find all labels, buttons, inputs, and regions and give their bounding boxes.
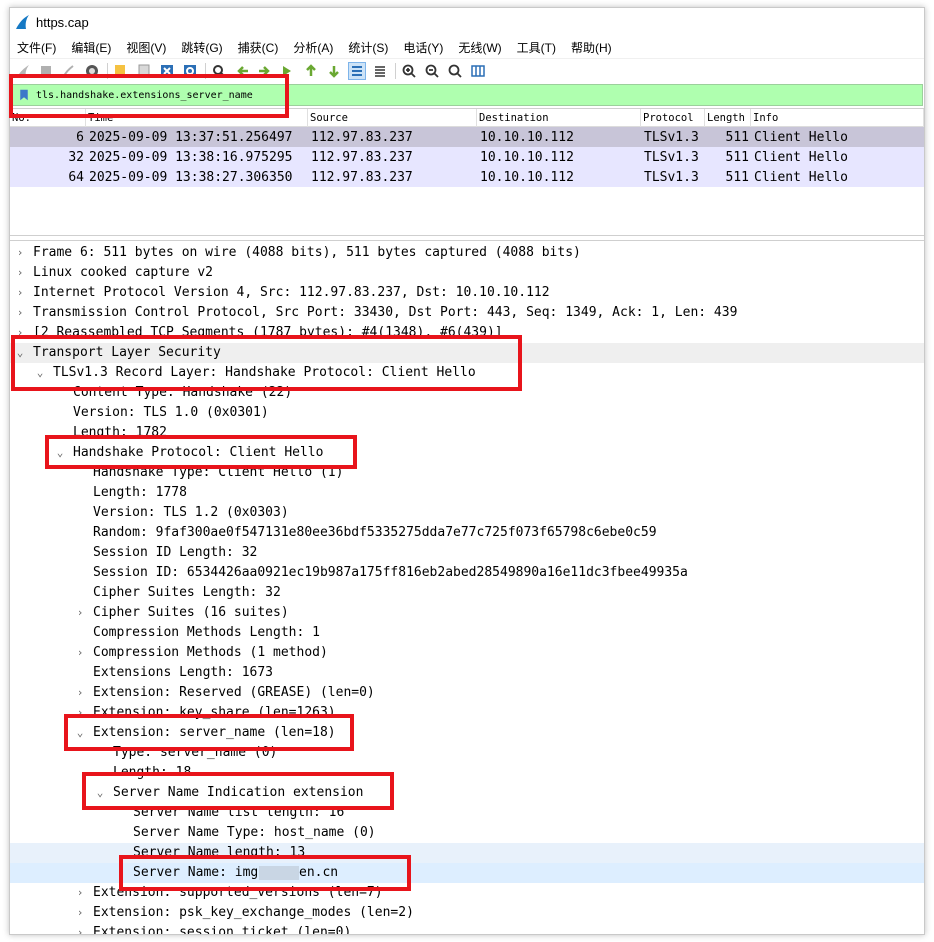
annotation-box-filter — [9, 74, 289, 118]
wireshark-fin-icon — [16, 15, 29, 29]
title-bar: https.cap — [10, 8, 924, 36]
menu-go[interactable]: 跳转(G) — [180, 37, 223, 58]
menu-analyze[interactable]: 分析(A) — [292, 37, 334, 58]
packet-protocol: TLSv1.3 — [644, 169, 699, 185]
tree-item-extensions-length[interactable]: Extensions Length: 1673 — [10, 663, 924, 683]
tree-item-cipher-suites[interactable]: › Cipher Suites (16 suites) — [10, 603, 924, 623]
tree-item-frame[interactable]: › Frame 6: 511 bytes on wire (4088 bits),… — [10, 243, 924, 263]
tree-item-handshake-length[interactable]: Length: 1778 — [10, 483, 924, 503]
tree-item-ext-psk-modes[interactable]: › Extension: psk_key_exchange_modes (len=… — [10, 903, 924, 923]
packet-source: 112.97.83.237 — [311, 129, 413, 145]
tree-item-session-id[interactable]: Session ID: 6534426aa0921ec19b987a175ff8… — [10, 563, 924, 583]
tree-item-handshake-version[interactable]: Version: TLS 1.2 (0x0303) — [10, 503, 924, 523]
packet-length: 511 — [725, 169, 749, 185]
packet-time: 2025-09-09 13:38:27.306350 — [89, 169, 293, 185]
tree-item-compression-length[interactable]: Compression Methods Length: 1 — [10, 623, 924, 643]
column-protocol[interactable]: Protocol — [641, 108, 705, 127]
menu-capture[interactable]: 捕获(C) — [237, 37, 280, 58]
menu-statistics[interactable]: 统计(S) — [347, 37, 389, 58]
column-info[interactable]: Info — [751, 108, 924, 127]
annotation-box-server-name-ext — [64, 714, 354, 751]
packet-time: 2025-09-09 13:37:51.256497 — [89, 129, 293, 145]
packet-info: Client Hello — [754, 129, 848, 145]
expand-chevron-right-icon[interactable]: › — [14, 263, 26, 283]
autoscroll-icon[interactable] — [348, 61, 366, 80]
menu-edit[interactable]: 编辑(E) — [70, 37, 112, 58]
packet-destination: 10.10.10.112 — [480, 149, 574, 165]
menu-bar: 文件(F) 编辑(E) 视图(V) 跳转(G) 捕获(C) 分析(A) 统计(S… — [10, 36, 924, 58]
tree-item-session-id-length[interactable]: Session ID Length: 32 — [10, 543, 924, 563]
packet-info: Client Hello — [754, 149, 848, 165]
annotation-box-server-name — [119, 855, 411, 891]
expand-chevron-right-icon[interactable]: › — [74, 603, 86, 623]
annotation-box-sni — [82, 772, 394, 810]
packet-destination: 10.10.10.112 — [480, 169, 574, 185]
annotation-box-tls — [11, 335, 522, 391]
expand-chevron-right-icon[interactable]: › — [14, 303, 26, 323]
menu-telephony[interactable]: 电话(Y) — [402, 37, 444, 58]
tree-item-ipv4[interactable]: › Internet Protocol Version 4, Src: 112.9… — [10, 283, 924, 303]
window-title: https.cap — [36, 14, 89, 30]
packet-row[interactable]: 64 2025-09-09 13:38:27.306350 112.97.83.… — [10, 167, 924, 187]
packet-no: 64 — [68, 169, 84, 185]
colorize-icon[interactable] — [371, 62, 389, 80]
annotation-box-handshake — [45, 435, 357, 469]
expand-chevron-right-icon[interactable]: › — [74, 923, 86, 934]
packet-no: 6 — [76, 129, 84, 145]
packet-time: 2025-09-09 13:38:16.975295 — [89, 149, 293, 165]
menu-help[interactable]: 帮助(H) — [570, 37, 613, 58]
column-length[interactable]: Length — [705, 108, 751, 127]
packet-row[interactable]: 6 2025-09-09 13:37:51.256497 112.97.83.2… — [10, 127, 924, 147]
packet-protocol: TLSv1.3 — [644, 149, 699, 165]
expand-chevron-right-icon[interactable]: › — [14, 243, 26, 263]
tree-item-cipher-suites-length[interactable]: Cipher Suites Length: 32 — [10, 583, 924, 603]
expand-chevron-right-icon[interactable]: › — [74, 903, 86, 923]
resize-columns-icon[interactable] — [469, 62, 487, 80]
expand-chevron-right-icon[interactable]: › — [14, 283, 26, 303]
last-packet-icon[interactable] — [325, 62, 343, 80]
tree-item-ext-session-ticket[interactable]: › Extension: session_ticket (len=0) — [10, 923, 924, 934]
tree-item-ext-grease[interactable]: › Extension: Reserved (GREASE) (len=0) — [10, 683, 924, 703]
packet-row[interactable]: 32 2025-09-09 13:38:16.975295 112.97.83.… — [10, 147, 924, 167]
expand-chevron-right-icon[interactable]: › — [74, 643, 86, 663]
toolbar-divider — [395, 62, 396, 79]
packet-list: No. Time Source Destination Protocol Len… — [10, 108, 924, 236]
tree-item-tcp[interactable]: › Transmission Control Protocol, Src Port… — [10, 303, 924, 323]
tree-item-sni-type[interactable]: Server Name Type: host_name (0) — [10, 823, 924, 843]
packet-length: 511 — [725, 129, 749, 145]
zoom-in-icon[interactable] — [400, 62, 418, 80]
tree-item-random[interactable]: Random: 9faf300ae0f547131e80ee36bdf53352… — [10, 523, 924, 543]
packet-protocol: TLSv1.3 — [644, 129, 699, 145]
packet-length: 511 — [725, 149, 749, 165]
packet-source: 112.97.83.237 — [311, 169, 413, 185]
column-destination[interactable]: Destination — [477, 108, 641, 127]
packet-source: 112.97.83.237 — [311, 149, 413, 165]
menu-wireless[interactable]: 无线(W) — [457, 37, 502, 58]
tree-item-record-version[interactable]: Version: TLS 1.0 (0x0301) — [10, 403, 924, 423]
menu-tools[interactable]: 工具(T) — [516, 37, 557, 58]
tree-item-linux-cooked[interactable]: › Linux cooked capture v2 — [10, 263, 924, 283]
first-packet-icon[interactable] — [302, 62, 320, 80]
expand-chevron-right-icon[interactable]: › — [74, 683, 86, 703]
packet-info: Client Hello — [754, 169, 848, 185]
menu-view[interactable]: 视图(V) — [125, 37, 167, 58]
tree-item-compression-methods[interactable]: › Compression Methods (1 method) — [10, 643, 924, 663]
expand-chevron-right-icon[interactable]: › — [74, 883, 86, 903]
packet-no: 32 — [68, 149, 84, 165]
packet-destination: 10.10.10.112 — [480, 129, 574, 145]
menu-file[interactable]: 文件(F) — [16, 37, 57, 58]
zoom-reset-icon[interactable] — [446, 62, 464, 80]
column-source[interactable]: Source — [308, 108, 477, 127]
zoom-out-icon[interactable] — [423, 62, 441, 80]
